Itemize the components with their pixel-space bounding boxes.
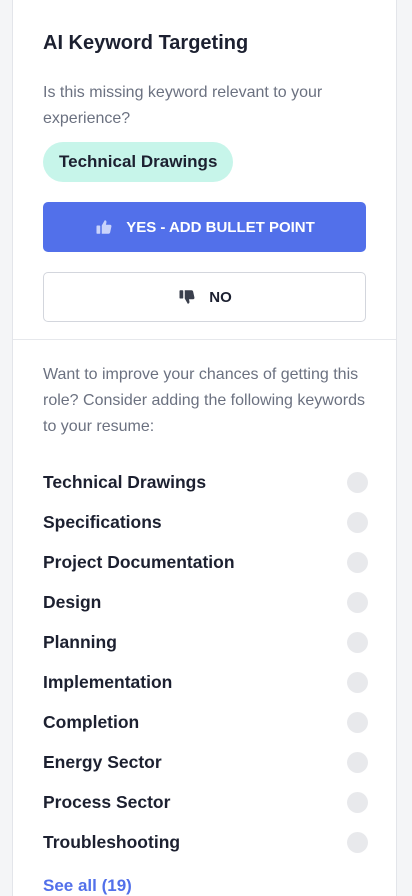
keyword-status-dot[interactable] xyxy=(347,831,368,853)
current-keyword-badge: Technical Drawings xyxy=(43,142,234,182)
suggestions-intro: Want to improve your chances of getting … xyxy=(43,366,365,435)
keyword-status-dot[interactable] xyxy=(347,671,368,693)
yes-button-label: YES - ADD BULLET POINT xyxy=(126,218,315,236)
keyword-list-item[interactable]: Specifications xyxy=(43,502,368,542)
keyword-label: Planning xyxy=(43,631,117,652)
panel-title: AI Keyword Targeting xyxy=(43,32,249,54)
keyword-label: Implementation xyxy=(43,671,173,692)
keyword-status-dot[interactable] xyxy=(347,631,368,653)
keyword-list-item[interactable]: Project Documentation xyxy=(43,542,368,582)
keyword-status-dot[interactable] xyxy=(347,791,368,813)
keyword-suggestions-section: Want to improve your chances of getting … xyxy=(13,340,396,896)
keyword-label: Specifications xyxy=(43,511,162,532)
yes-add-bullet-button[interactable]: YES - ADD BULLET POINT xyxy=(43,202,366,252)
keyword-status-dot[interactable] xyxy=(347,591,368,613)
keyword-status-dot[interactable] xyxy=(347,711,368,733)
keyword-list-item[interactable]: Planning xyxy=(43,622,368,662)
see-all-keywords-link[interactable]: See all (19) xyxy=(43,876,132,896)
keyword-label: Technical Drawings xyxy=(43,471,207,492)
keyword-label: Process Sector xyxy=(43,791,171,812)
keyword-list-item[interactable]: Troubleshooting xyxy=(43,822,368,862)
keyword-label: Troubleshooting xyxy=(43,831,181,852)
keyword-prompt-section: AI Keyword Targeting Is this missing key… xyxy=(13,0,396,340)
keyword-label: Completion xyxy=(43,711,140,732)
keyword-list: Technical Drawings Specifications Projec… xyxy=(43,462,368,862)
keyword-list-item[interactable]: Implementation xyxy=(43,662,368,702)
keyword-list-item[interactable]: Process Sector xyxy=(43,782,368,822)
keyword-targeting-panel: AI Keyword Targeting Is this missing key… xyxy=(12,0,397,896)
keyword-status-dot[interactable] xyxy=(347,511,368,533)
keyword-list-item[interactable]: Completion xyxy=(43,702,368,742)
keyword-list-item[interactable]: Technical Drawings xyxy=(43,462,368,502)
keyword-status-dot[interactable] xyxy=(347,751,368,773)
no-button-label: NO xyxy=(209,288,232,306)
keyword-label: Energy Sector xyxy=(43,751,162,772)
keyword-label: Project Documentation xyxy=(43,551,235,572)
keyword-label: Design xyxy=(43,591,102,612)
keyword-list-item[interactable]: Design xyxy=(43,582,368,622)
relevance-question: Is this missing keyword relevant to your… xyxy=(43,84,323,127)
keyword-list-item[interactable]: Energy Sector xyxy=(43,742,368,782)
no-button[interactable]: NO xyxy=(43,272,366,322)
keyword-status-dot[interactable] xyxy=(347,551,368,573)
keyword-status-dot[interactable] xyxy=(347,471,368,493)
thumbs-down-icon xyxy=(177,287,197,307)
thumbs-up-icon xyxy=(94,217,114,237)
